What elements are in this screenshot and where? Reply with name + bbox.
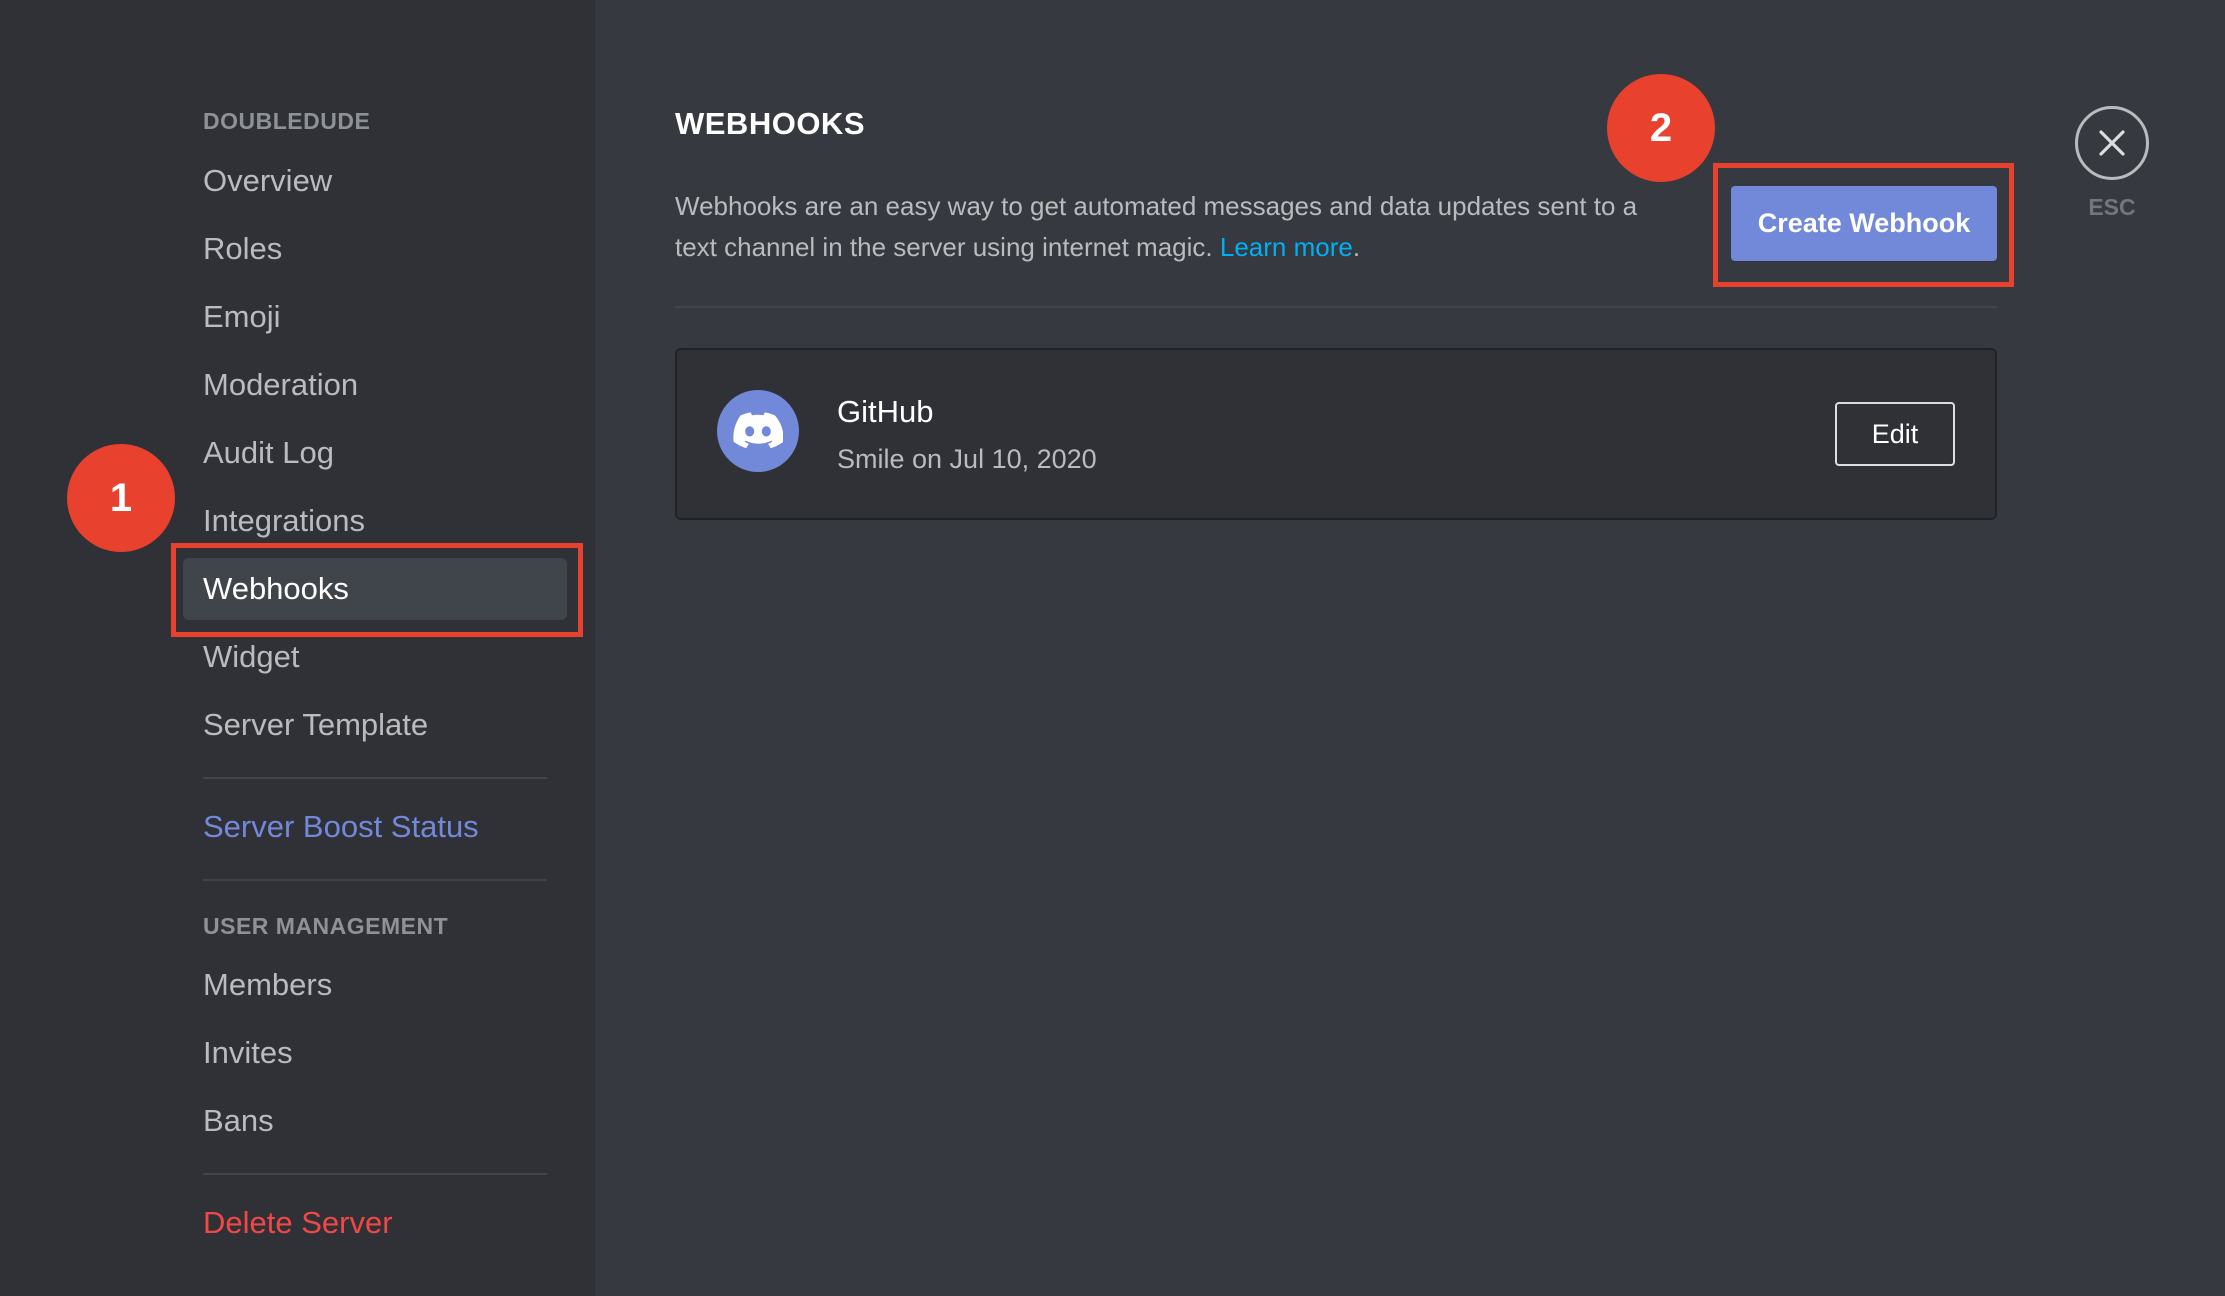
- description-period: .: [1352, 232, 1361, 262]
- edit-webhook-button[interactable]: Edit: [1835, 402, 1955, 466]
- sidebar-item-overview[interactable]: Overview: [183, 150, 567, 212]
- discord-logo-icon: [717, 390, 799, 472]
- sidebar-separator: [203, 777, 547, 779]
- learn-more-link[interactable]: Learn more: [1220, 232, 1353, 262]
- page-title: WEBHOOKS: [675, 106, 865, 141]
- sidebar-item-server-template[interactable]: Server Template: [183, 694, 567, 756]
- webhooks-description: Webhooks are an easy way to get automate…: [675, 186, 1685, 268]
- server-settings-window: DOUBLEDUDE Overview Roles Emoji Moderati…: [0, 0, 2225, 1296]
- sidebar-item-moderation[interactable]: Moderation: [183, 354, 567, 416]
- webhooks-highlight-box: [171, 543, 583, 637]
- user-management-header: USER MANAGEMENT: [203, 913, 449, 939]
- webhook-name: GitHub: [837, 394, 934, 429]
- close-icon: [2099, 130, 2125, 156]
- webhook-item[interactable]: GitHub Smile on Jul 10, 2020 Edit: [675, 348, 1997, 520]
- sidebar-item-server-boost-status[interactable]: Server Boost Status: [183, 796, 567, 858]
- close-button[interactable]: [2075, 106, 2149, 180]
- description-text: Webhooks are an easy way to get automate…: [675, 191, 1638, 262]
- webhook-meta: Smile on Jul 10, 2020: [837, 444, 1097, 474]
- create-webhook-highlight-box: [1713, 163, 2014, 287]
- section-divider: [675, 306, 1997, 308]
- sidebar-item-invites[interactable]: Invites: [183, 1022, 567, 1084]
- server-name-header: DOUBLEDUDE: [203, 108, 371, 134]
- step-badge-2: 2: [1607, 74, 1715, 182]
- sidebar-separator: [203, 879, 547, 881]
- step-badge-1: 1: [67, 444, 175, 552]
- close-settings: ESC: [2075, 106, 2149, 221]
- settings-sidebar: DOUBLEDUDE Overview Roles Emoji Moderati…: [0, 0, 595, 1296]
- discord-logo-glyph: [733, 412, 783, 449]
- sidebar-item-bans[interactable]: Bans: [183, 1090, 567, 1152]
- sidebar-item-members[interactable]: Members: [183, 954, 567, 1016]
- sidebar-item-emoji[interactable]: Emoji: [183, 286, 567, 348]
- sidebar-item-delete-server[interactable]: Delete Server: [183, 1192, 567, 1254]
- sidebar-item-audit-log[interactable]: Audit Log: [183, 422, 567, 484]
- sidebar-item-roles[interactable]: Roles: [183, 218, 567, 280]
- esc-label: ESC: [2088, 194, 2136, 220]
- sidebar-separator: [203, 1173, 547, 1175]
